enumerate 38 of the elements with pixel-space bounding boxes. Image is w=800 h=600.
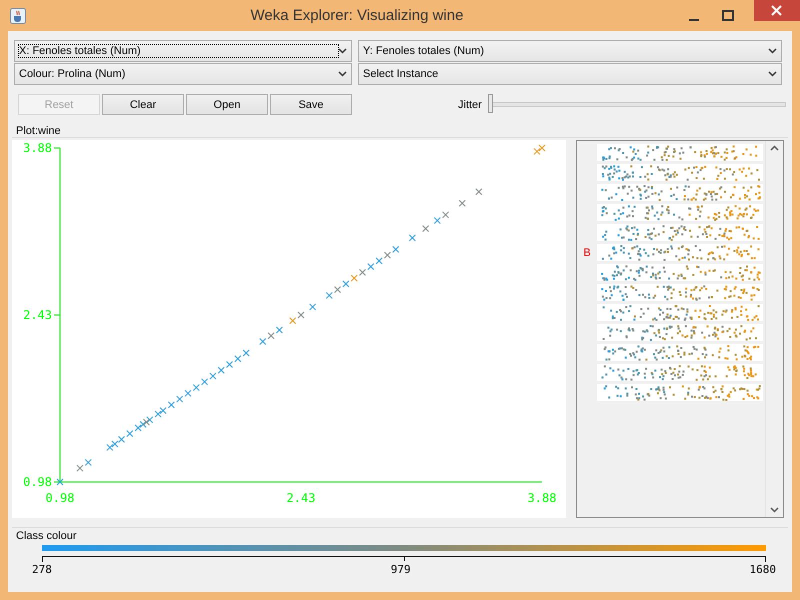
- data-point: [422, 225, 430, 232]
- axis-marker: B: [582, 246, 592, 258]
- x-tick-label: 3.88: [528, 491, 556, 505]
- class-colour-title: Class colour: [16, 530, 77, 542]
- maximize-icon[interactable]: [722, 10, 734, 22]
- x-tick-label: 0.98: [46, 491, 74, 505]
- data-point: [56, 478, 64, 486]
- dropdown[interactable]: Select Instance: [358, 63, 782, 85]
- window-title: Weka Explorer: Visualizing wine: [250, 7, 464, 24]
- y-tick-label: 0.98: [23, 475, 52, 489]
- scale-tick-label: 278: [32, 563, 52, 576]
- scale-tick-label: 979: [390, 563, 411, 576]
- button[interactable]: Clear: [102, 94, 184, 115]
- dropdown[interactable]: X: Fenoles totales (Num): [14, 40, 352, 62]
- slider-thumb[interactable]: [488, 94, 493, 113]
- dropdown[interactable]: Y: Fenoles totales (Num): [358, 40, 782, 62]
- chevron-down-icon: [338, 71, 347, 77]
- close-icon[interactable]: [754, 0, 800, 21]
- scroll-down-icon[interactable]: [770, 507, 779, 513]
- data-point: [458, 200, 466, 207]
- jitter-slider[interactable]: [488, 94, 786, 115]
- chevron-down-icon: [338, 48, 347, 54]
- x-tick-label: 2.43: [286, 491, 316, 505]
- y-tick-label: 2.43: [23, 308, 52, 322]
- data-point: [475, 188, 482, 196]
- jitter-label: Jitter: [458, 98, 482, 110]
- data-point: [408, 234, 416, 242]
- y-tick-label: 3.88: [23, 141, 52, 155]
- button[interactable]: Save: [270, 94, 352, 115]
- scale-tick-label: 1680: [750, 563, 776, 576]
- data-point: [309, 303, 316, 310]
- chevron-down-icon: [768, 71, 777, 77]
- chevron-down-icon: [768, 48, 777, 54]
- java-cup-icon: [10, 8, 26, 24]
- button[interactable]: Open: [186, 94, 268, 115]
- plot-title: Plot:wine: [16, 125, 61, 137]
- dropdown[interactable]: Colour: Prolina (Num): [14, 63, 352, 85]
- scroll-up-icon[interactable]: [770, 145, 779, 151]
